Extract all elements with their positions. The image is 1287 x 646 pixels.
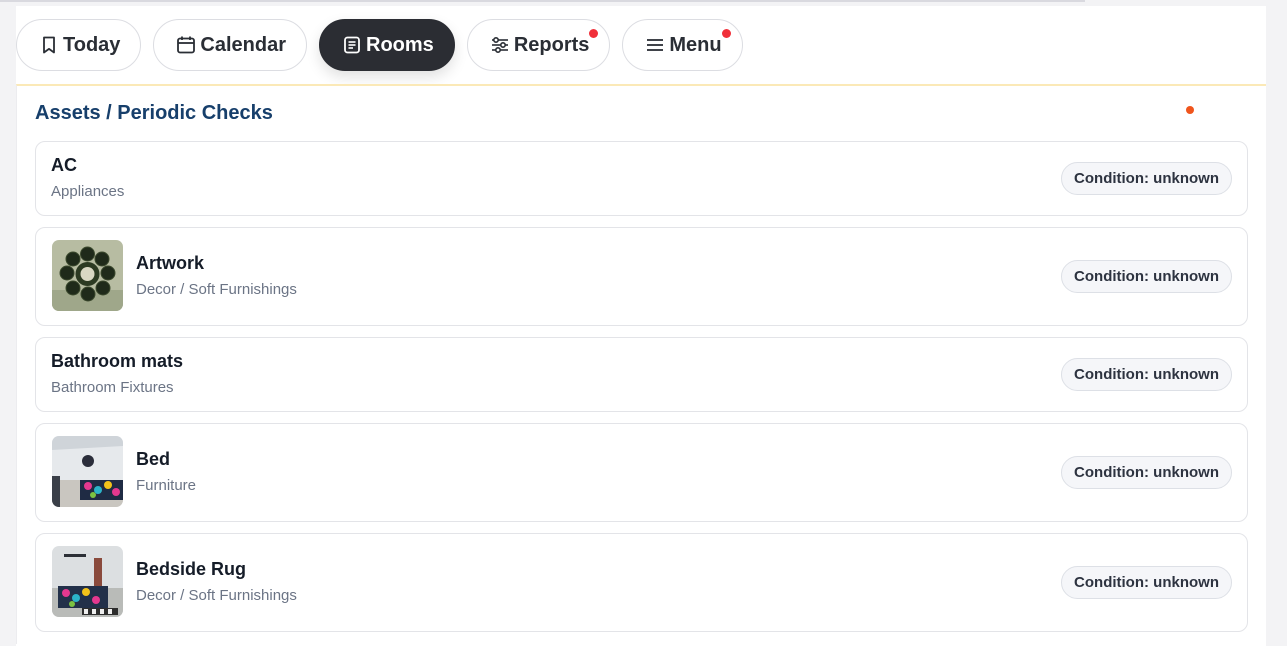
condition-badge[interactable]: Condition: unknown <box>1061 162 1232 195</box>
panel-title: Assets / Periodic Checks <box>35 102 273 124</box>
asset-category: Furniture <box>136 477 197 494</box>
asset-list: AC Appliances Condition: unknown Artwork… <box>35 141 1248 643</box>
asset-thumbnail <box>52 436 123 507</box>
condition-badge[interactable]: Condition: unknown <box>1061 260 1232 293</box>
status-indicator-dot <box>1186 106 1194 114</box>
asset-thumbnail <box>52 546 123 617</box>
tab-rooms-label: Rooms <box>366 33 434 56</box>
tab-rooms[interactable]: Rooms <box>319 19 455 71</box>
asset-category: Appliances <box>51 183 125 200</box>
sliders-icon <box>490 35 510 55</box>
asset-thumbnail <box>52 240 123 311</box>
asset-item-bedside-rug[interactable]: Bedside Rug Decor / Soft Furnishings Con… <box>35 533 1248 632</box>
tab-menu[interactable]: Menu <box>622 19 743 71</box>
asset-name: AC <box>51 155 77 175</box>
document-icon <box>342 35 362 55</box>
asset-category: Decor / Soft Furnishings <box>136 281 297 298</box>
asset-item-bed[interactable]: Bed Furniture Condition: unknown <box>35 423 1248 522</box>
tab-menu-label: Menu <box>669 33 722 56</box>
calendar-icon <box>176 35 196 55</box>
main-nav-tabs: Today Calendar Rooms Reports Menu <box>16 19 743 71</box>
tab-calendar[interactable]: Calendar <box>153 19 308 71</box>
assets-panel: Assets / Periodic Checks AC Appliances C… <box>16 84 1266 644</box>
tab-today-label: Today <box>63 33 121 56</box>
hamburger-icon <box>645 35 665 55</box>
tab-reports-label: Reports <box>513 33 590 56</box>
asset-item-bathroom-mats[interactable]: Bathroom mats Bathroom Fixtures Conditio… <box>35 337 1248 412</box>
asset-category: Decor / Soft Furnishings <box>136 587 297 604</box>
asset-name: Bathroom mats <box>51 351 184 371</box>
reports-notification-dot <box>589 29 599 38</box>
tab-reports[interactable]: Reports <box>466 19 611 71</box>
asset-name: Bed <box>136 449 171 469</box>
asset-item-artwork[interactable]: Artwork Decor / Soft Furnishings Conditi… <box>35 227 1248 326</box>
asset-category: Bathroom Fixtures <box>51 379 174 396</box>
condition-badge[interactable]: Condition: unknown <box>1061 456 1232 489</box>
condition-badge[interactable]: Condition: unknown <box>1061 358 1232 391</box>
condition-badge[interactable]: Condition: unknown <box>1061 566 1232 599</box>
asset-item-ac[interactable]: AC Appliances Condition: unknown <box>35 141 1248 216</box>
asset-name: Bedside Rug <box>136 559 247 579</box>
bookmark-icon <box>39 35 59 55</box>
menu-notification-dot <box>721 29 731 38</box>
page-top-divider <box>0 0 1085 2</box>
app-shell: Today Calendar Rooms Reports Menu Assets… <box>16 6 1266 646</box>
tab-today[interactable]: Today <box>16 19 142 71</box>
tab-calendar-label: Calendar <box>200 33 287 56</box>
asset-name: Artwork <box>136 253 205 273</box>
